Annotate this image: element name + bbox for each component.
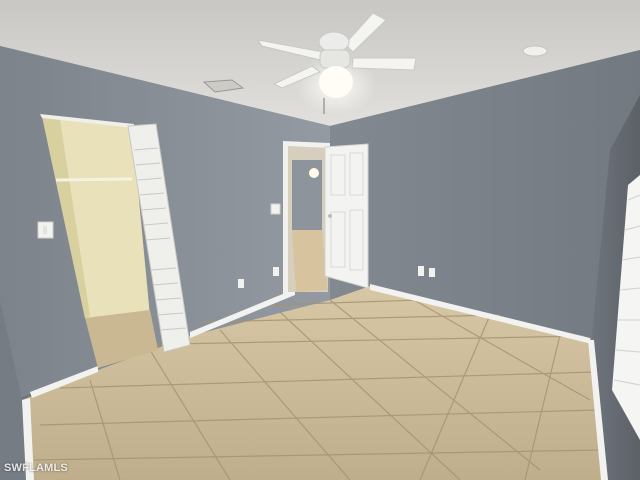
- bedroom-photo: SWFLAMLS: [0, 0, 640, 480]
- hallway-light: [309, 168, 319, 178]
- hallway-floor: [292, 230, 328, 292]
- light-switch-icon: [37, 221, 54, 239]
- smoke-detector-icon: [522, 45, 548, 57]
- outlet-icon: [429, 268, 435, 277]
- outlet-icon: [273, 267, 279, 276]
- outlet-icon: [418, 266, 424, 276]
- closet-shelf-rod: [55, 177, 133, 182]
- outlet-icon: [238, 279, 244, 288]
- door-knob: [328, 214, 332, 218]
- room-scene: [0, 0, 640, 480]
- light-switch-icon: [270, 203, 281, 215]
- watermark: SWFLAMLS: [4, 462, 68, 474]
